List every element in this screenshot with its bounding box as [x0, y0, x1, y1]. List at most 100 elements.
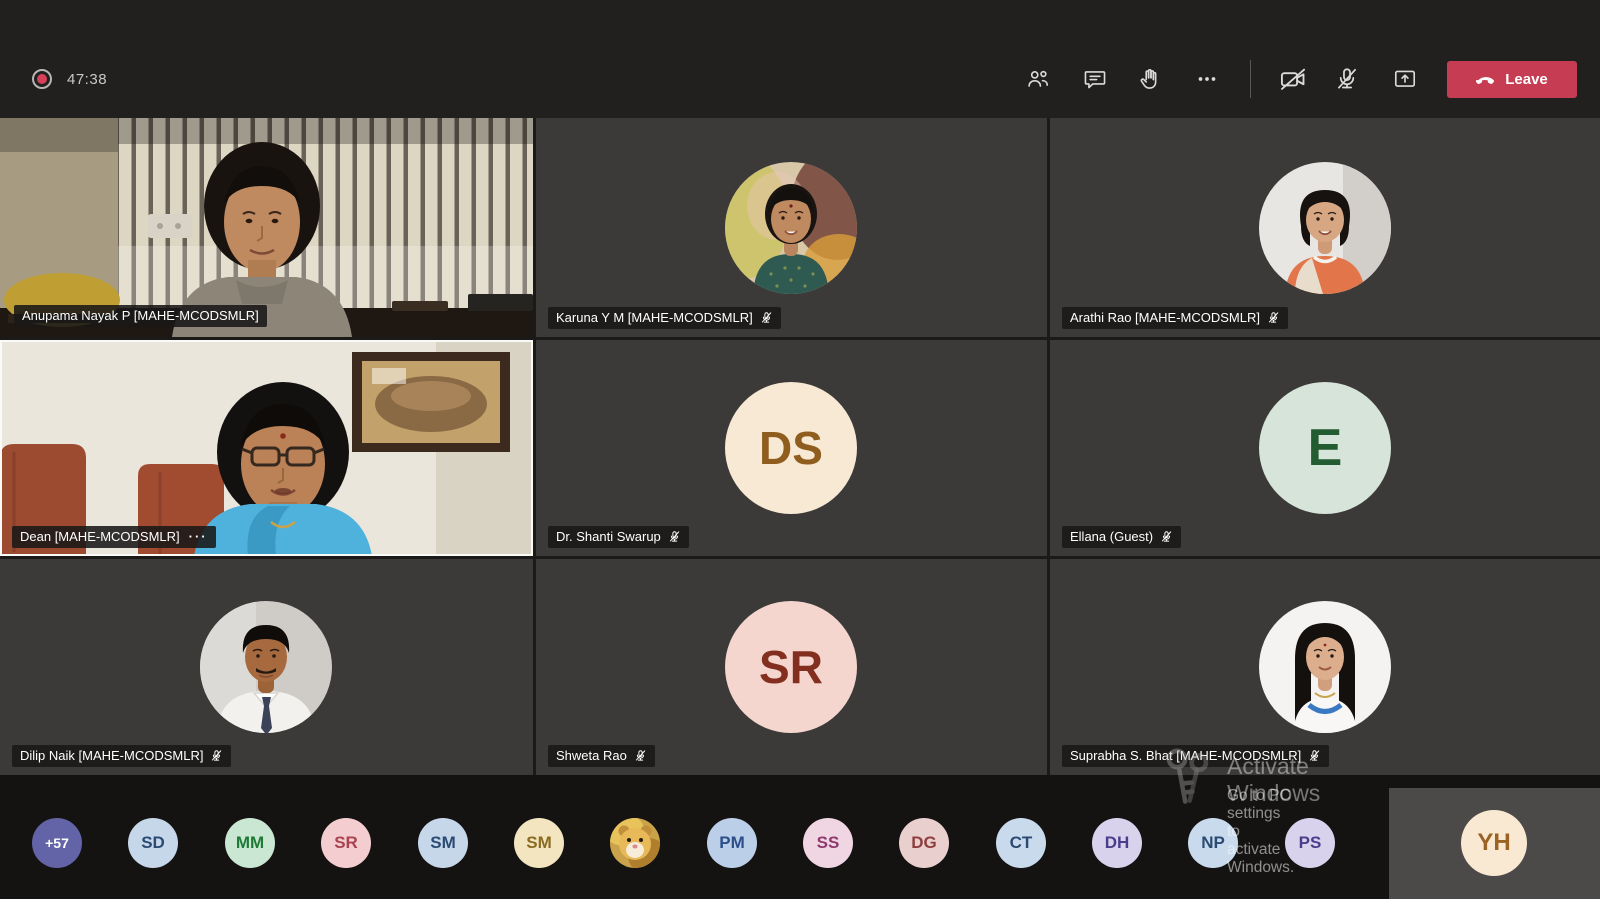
recording-dot — [37, 74, 47, 84]
more-options-button[interactable] — [1187, 59, 1227, 99]
participant-name: Dr. Shanti Swarup — [556, 530, 661, 543]
avatar-initials-text: MM — [236, 833, 264, 853]
mic-muted-icon — [634, 749, 647, 762]
participant-name-label: Dr. Shanti Swarup — [548, 526, 689, 548]
strip-avatar-pm[interactable]: PM — [707, 818, 757, 868]
participant-name: Dean [MAHE-MCODSMLR] — [20, 530, 180, 543]
avatar-initials-text: SR — [334, 833, 358, 853]
avatar-photo-dilip — [200, 601, 332, 733]
avatar-initials-text: SS — [817, 833, 840, 853]
participant-name-label: Shweta Rao — [548, 745, 655, 767]
participant-tile-shanti: DS Dr. Shanti Swarup — [536, 340, 1047, 556]
overflow-count-avatar[interactable]: +57 — [32, 818, 82, 868]
strip-avatar-hamster-photo[interactable] — [610, 818, 660, 868]
leave-button[interactable]: Leave — [1447, 61, 1577, 98]
avatar-initials-text: DS — [759, 421, 823, 475]
raise-hand-icon — [1137, 66, 1163, 92]
strip-avatar-ss[interactable]: SS — [803, 818, 853, 868]
participant-name: Arathi Rao [MAHE-MCODSMLR] — [1070, 311, 1260, 324]
mic-toggle-button[interactable] — [1327, 59, 1367, 99]
participant-name: Shweta Rao — [556, 749, 627, 762]
avatar-photo-karuna — [725, 162, 857, 294]
avatar-initials: DS — [725, 382, 857, 514]
toolbar-divider — [1250, 60, 1251, 98]
participant-name: Dilip Naik [MAHE-MCODSMLR] — [20, 749, 203, 762]
mic-muted-icon — [1160, 530, 1173, 543]
participant-name-label: Karuna Y M [MAHE-MCODSMLR] — [548, 307, 781, 329]
strip-avatar-sd[interactable]: SD — [128, 818, 178, 868]
avatar-initials-text: NP — [1201, 833, 1225, 853]
avatar-initials-text: CT — [1010, 833, 1033, 853]
self-view-tile[interactable]: YH — [1389, 788, 1600, 899]
meeting-timer: 47:38 — [67, 71, 107, 88]
more-options-icon — [1194, 66, 1220, 92]
camera-toggle-button[interactable] — [1273, 59, 1313, 99]
avatar-initials-text: PS — [1299, 833, 1322, 853]
participant-name-label: Arathi Rao [MAHE-MCODSMLR] — [1062, 307, 1288, 329]
avatar-initials-text: E — [1308, 418, 1343, 478]
mic-muted-icon — [1267, 311, 1280, 324]
participant-tile-arathi: Arathi Rao [MAHE-MCODSMLR] — [1050, 118, 1600, 337]
participant-name-label: Suprabha S. Bhat [MAHE-MCODSMLR] — [1062, 745, 1329, 767]
participants-icon — [1025, 66, 1051, 92]
overflow-count: +57 — [45, 835, 69, 851]
strip-avatar-np[interactable]: NP — [1188, 818, 1238, 868]
participant-tile-dean: Dean [MAHE-MCODSMLR] ··· — [0, 340, 533, 556]
avatar-initials-text: SM — [526, 833, 552, 853]
strip-avatar-sr[interactable]: SR — [321, 818, 371, 868]
participant-tile-anupama: Anupama Nayak P [MAHE-MCODSMLR] — [0, 118, 533, 337]
avatar-initials-text: SR — [759, 640, 823, 694]
mic-muted-icon — [210, 749, 223, 762]
avatar-initials-text: SM — [430, 833, 456, 853]
avatar-photo-suprabha — [1259, 601, 1391, 733]
hangup-icon — [1476, 70, 1496, 90]
participant-name: Anupama Nayak P [MAHE-MCODSMLR] — [22, 309, 259, 322]
strip-avatar-ct[interactable]: CT — [996, 818, 1046, 868]
leave-button-label: Leave — [1505, 71, 1548, 88]
avatar-initials-text: DG — [911, 833, 937, 853]
participant-tile-suprabha: Suprabha S. Bhat [MAHE-MCODSMLR] — [1050, 559, 1600, 775]
strip-avatar-dg[interactable]: DG — [899, 818, 949, 868]
participant-tile-ellana: E Ellana (Guest) — [1050, 340, 1600, 556]
mic-muted-icon — [760, 311, 773, 324]
avatar-initials: E — [1259, 382, 1391, 514]
camera-off-icon — [1279, 65, 1307, 93]
raise-hand-button[interactable] — [1130, 59, 1170, 99]
mic-off-icon — [1334, 66, 1360, 92]
share-screen-button[interactable] — [1385, 59, 1425, 99]
participant-tile-karuna: Karuna Y M [MAHE-MCODSMLR] — [536, 118, 1047, 337]
participant-name-label: Dilip Naik [MAHE-MCODSMLR] — [12, 745, 231, 767]
share-screen-icon — [1392, 66, 1418, 92]
strip-avatar-dh[interactable]: DH — [1092, 818, 1142, 868]
avatar-photo-arathi — [1259, 162, 1391, 294]
avatar-initials-text: PM — [719, 833, 745, 853]
mic-muted-icon — [1308, 749, 1321, 762]
video-feed-dean — [0, 340, 533, 556]
hamster-avatar-image — [610, 818, 660, 868]
avatar-initials-text: YH — [1477, 829, 1510, 857]
chat-button[interactable] — [1075, 59, 1115, 99]
chat-icon — [1082, 66, 1108, 92]
participant-name-label: Dean [MAHE-MCODSMLR] ··· — [12, 526, 216, 548]
participant-name: Karuna Y M [MAHE-MCODSMLR] — [556, 311, 753, 324]
strip-avatar-ps[interactable]: PS — [1285, 818, 1335, 868]
participant-name: Ellana (Guest) — [1070, 530, 1153, 543]
mic-muted-icon — [668, 530, 681, 543]
meeting-toolbar: 47:38 — [0, 0, 1600, 118]
avatar-initials-text: SD — [141, 833, 165, 853]
avatar-initials: SR — [725, 601, 857, 733]
participant-tile-dilip: Dilip Naik [MAHE-MCODSMLR] — [0, 559, 533, 775]
participant-tile-shweta: SR Shweta Rao — [536, 559, 1047, 775]
strip-avatar-mm[interactable]: MM — [225, 818, 275, 868]
participants-button[interactable] — [1018, 59, 1058, 99]
strip-avatar-sm1[interactable]: SM — [418, 818, 468, 868]
tile-overflow-menu[interactable]: ··· — [187, 530, 208, 543]
participant-name-label: Anupama Nayak P [MAHE-MCODSMLR] — [14, 305, 267, 327]
participant-name: Suprabha S. Bhat [MAHE-MCODSMLR] — [1070, 749, 1301, 762]
meeting-window: 47:38 — [0, 0, 1600, 899]
participant-name-label: Ellana (Guest) — [1062, 526, 1181, 548]
avatar-initials-text: DH — [1105, 833, 1130, 853]
recording-indicator-icon — [32, 69, 52, 89]
strip-avatar-sm2[interactable]: SM — [514, 818, 564, 868]
self-avatar: YH — [1461, 810, 1527, 876]
